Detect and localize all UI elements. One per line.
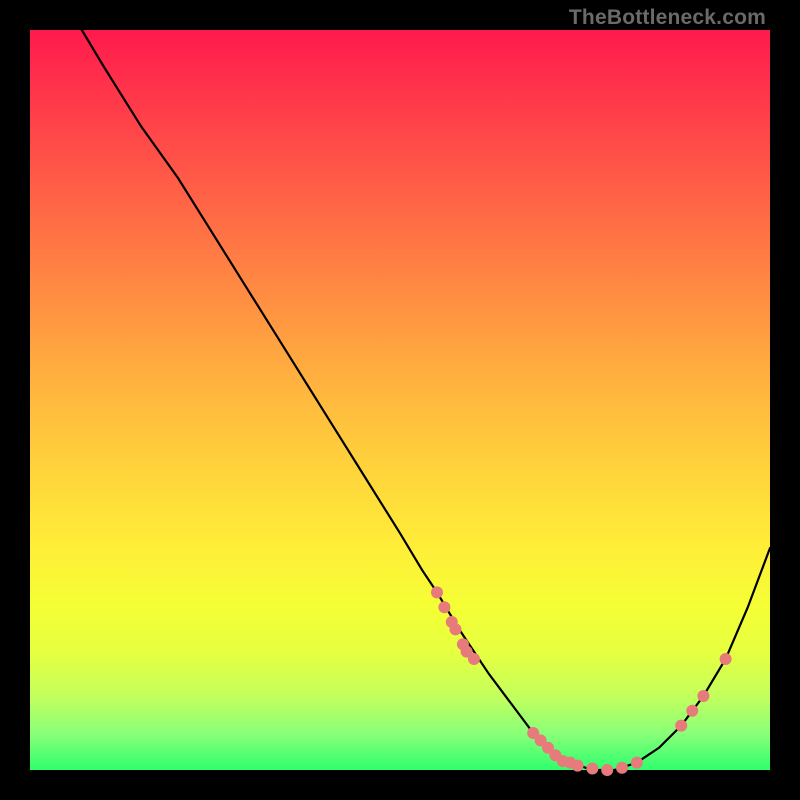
chart-marker xyxy=(720,653,732,665)
chart-marker xyxy=(468,653,480,665)
chart-line xyxy=(82,30,770,770)
chart-marker xyxy=(686,705,698,717)
chart-marker xyxy=(616,762,628,774)
chart-marker xyxy=(631,757,643,769)
chart-marker xyxy=(586,763,598,775)
chart-markers-group xyxy=(431,586,732,776)
chart-svg xyxy=(30,30,770,770)
chart-marker xyxy=(450,623,462,635)
chart-marker xyxy=(572,760,584,772)
chart-marker xyxy=(675,720,687,732)
chart-marker xyxy=(601,764,613,776)
chart-frame xyxy=(30,30,770,770)
watermark-text: TheBottleneck.com xyxy=(569,6,766,30)
chart-marker xyxy=(431,586,443,598)
chart-marker xyxy=(697,690,709,702)
chart-marker xyxy=(438,601,450,613)
